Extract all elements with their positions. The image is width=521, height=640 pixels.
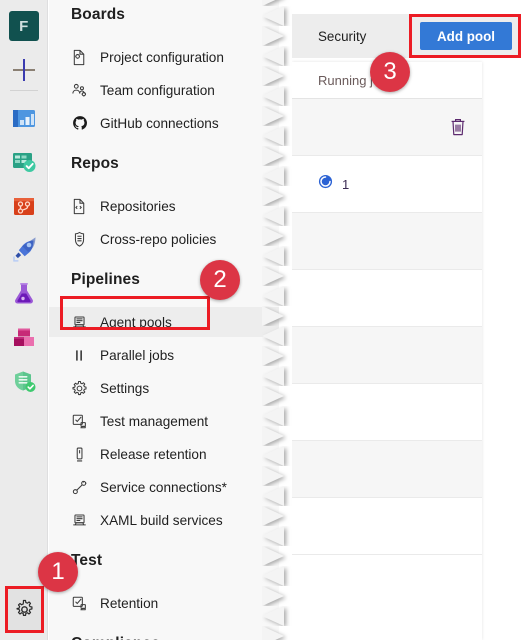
menu-group-title: Compliance — [49, 635, 160, 640]
rail-item-security[interactable] — [0, 360, 48, 404]
rail-item-test-plans[interactable] — [0, 272, 48, 316]
boards-icon — [10, 148, 38, 176]
menu-item-release-retention[interactable]: Release retention — [49, 439, 279, 469]
menu-item-label: XAML build services — [100, 512, 223, 528]
test-plans-icon — [10, 280, 38, 308]
security-icon — [10, 368, 38, 396]
settings-menu-pane: Boards Project configuration Team configur… — [49, 0, 279, 640]
agent-server-icon — [71, 512, 88, 529]
retention-icon — [71, 446, 88, 463]
menu-item-test-management[interactable]: Test management — [49, 406, 279, 436]
rail-item-pipelines[interactable] — [0, 228, 48, 272]
settings-menu-list[interactable]: Boards Project configuration Team configur… — [49, 0, 279, 640]
app-rail: F — [0, 0, 48, 640]
menu-item-github-connections[interactable]: GitHub connections — [49, 108, 279, 138]
agent-pools-table: Running jobs 1 — [292, 62, 482, 640]
new-item-button[interactable] — [0, 48, 48, 92]
delete-icon[interactable] — [448, 116, 468, 138]
menu-item-label: Test management — [100, 413, 209, 429]
menu-item-label: GitHub connections — [100, 115, 219, 131]
screenshot-root: F Boards Project configuration Team conf… — [0, 0, 521, 640]
menu-item-repositories[interactable]: Repositories — [49, 191, 279, 221]
table-body: 1 — [292, 99, 482, 555]
table-row[interactable] — [292, 213, 482, 270]
plug-icon — [71, 479, 88, 496]
menu-group-title: Boards — [71, 6, 126, 23]
repos-icon — [10, 192, 38, 220]
menu-item-retention[interactable]: Retention — [49, 588, 279, 618]
policy-shield-icon — [71, 231, 88, 248]
menu-item-label: Settings — [100, 380, 150, 396]
table-row[interactable] — [292, 384, 482, 441]
rail-item-artifacts[interactable] — [0, 316, 48, 360]
table-row[interactable] — [292, 99, 482, 156]
menu-item-label: Repositories — [100, 198, 176, 214]
overview-icon — [10, 104, 38, 132]
menu-item-team-configuration[interactable]: Team configuration — [49, 75, 279, 105]
org-initial: F — [9, 11, 39, 41]
menu-item-project-configuration[interactable]: Project configuration — [49, 42, 279, 72]
menu-item-label: Project configuration — [100, 49, 224, 65]
menu-group-title: Pipelines — [71, 271, 140, 288]
agent-pools-content-pane: Security Add pool Running jobs 1 — [292, 0, 521, 640]
tab-security[interactable]: Security — [318, 29, 366, 44]
table-row[interactable]: 1 — [292, 156, 482, 213]
table-row[interactable] — [292, 498, 482, 555]
menu-item-settings[interactable]: Settings — [49, 373, 279, 403]
rail-item-repos[interactable] — [0, 184, 48, 228]
parallel-bars-icon — [71, 347, 88, 364]
rail-item-boards[interactable] — [0, 140, 48, 184]
menu-item-parallel-jobs[interactable]: Parallel jobs — [49, 340, 279, 370]
test-check-icon — [71, 413, 88, 430]
table-row[interactable] — [292, 270, 482, 327]
gear-icon — [71, 380, 88, 397]
plus-icon — [13, 59, 35, 81]
artifacts-icon — [10, 324, 38, 352]
code-file-icon — [71, 198, 88, 215]
menu-item-label: Parallel jobs — [100, 347, 175, 363]
people-gear-icon — [71, 82, 88, 99]
gear-icon — [16, 599, 33, 616]
pipelines-icon — [10, 236, 38, 264]
rail-divider — [10, 90, 38, 91]
document-gear-icon — [71, 49, 88, 66]
project-settings-button[interactable] — [5, 586, 44, 633]
menu-item-xaml-build-services[interactable]: XAML build services — [49, 505, 279, 535]
menu-item-label: Cross-repo policies — [100, 231, 217, 247]
menu-group-title: Repos — [71, 155, 119, 172]
menu-item-service-connections[interactable]: Service connections* — [49, 472, 279, 502]
step-badge-2: 2 — [200, 260, 240, 300]
running-jobs-count: 1 — [342, 176, 350, 192]
org-badge[interactable]: F — [0, 4, 48, 48]
menu-item-label: Team configuration — [100, 82, 215, 98]
menu-item-label: Agent pools — [100, 314, 172, 330]
table-row[interactable] — [292, 327, 482, 384]
menu-item-label: Release retention — [100, 446, 207, 462]
rail-item-overview[interactable] — [0, 96, 48, 140]
menu-item-agent-pools[interactable]: Agent pools — [49, 307, 279, 337]
menu-item-label: Retention — [100, 595, 159, 611]
add-pool-area: Add pool — [409, 14, 521, 58]
running-jobs-cell: 1 — [318, 174, 349, 194]
step-badge-3: 3 — [370, 52, 410, 92]
menu-item-label: Service connections* — [100, 479, 227, 495]
test-check-icon — [71, 595, 88, 612]
running-status-icon — [318, 174, 333, 194]
menu-item-cross-repo-policies[interactable]: Cross-repo policies — [49, 224, 279, 254]
add-pool-highlight — [409, 14, 521, 58]
table-row[interactable] — [292, 441, 482, 498]
agent-server-icon — [71, 314, 88, 331]
github-icon — [71, 115, 88, 132]
step-badge-1: 1 — [38, 552, 78, 592]
